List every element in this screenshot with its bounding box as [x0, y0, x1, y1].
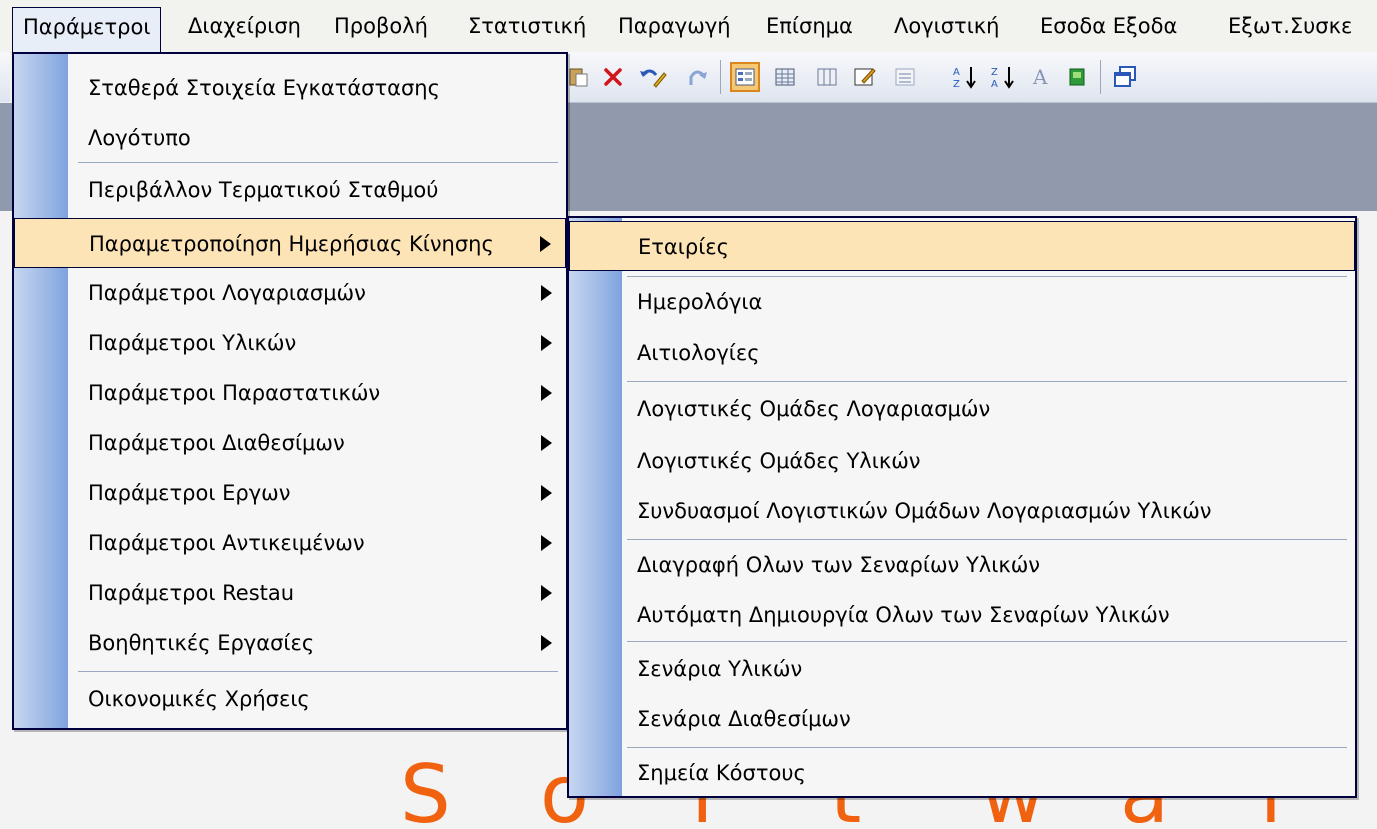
menu-parametroi[interactable]: Παράμετροι [12, 7, 162, 53]
menu-item-perivallon-termatikou[interactable]: Περιβάλλον Τερματικού Σταθμού [14, 165, 566, 215]
menu-item-diagrafi-senarion[interactable]: Διαγραφή Ολων των Σεναρίων Υλικών [569, 540, 1355, 590]
menu-item-simeia-kostous[interactable]: Σημεία Κόστους [569, 748, 1355, 798]
sort-descending-icon[interactable]: ZA [988, 62, 1018, 92]
menu-separator [78, 671, 558, 672]
svg-text:A: A [953, 67, 960, 78]
menu-logistiki[interactable]: Λογιστική [884, 7, 1010, 45]
menu-item-parametroi-ergon[interactable]: Παράμετροι Εργων [14, 468, 566, 518]
menu-item-statheral-stoixeia[interactable]: Σταθερά Στοιχεία Εγκατάστασης [14, 63, 566, 113]
parametroi-dropdown: Σταθερά Στοιχεία Εγκατάστασης Λογότυπο Π… [12, 52, 568, 730]
menu-item-parametropoiisi-imerisias[interactable]: Παραμετροποίηση Ημερήσιας Κίνησης [14, 218, 566, 268]
sort-ascending-icon[interactable]: AZ [950, 62, 980, 92]
list-icon[interactable] [890, 62, 920, 92]
menu-episima[interactable]: Επίσημα [756, 7, 863, 45]
menu-item-parametroi-parastatikon[interactable]: Παράμετροι Παραστατικών [14, 368, 566, 418]
menu-item-parametroi-ylikon[interactable]: Παράμετροι Υλικών [14, 318, 566, 368]
menu-item-parametroi-diathesimon[interactable]: Παράμετροι Διαθεσίμων [14, 418, 566, 468]
menu-item-oikonomikes-xriseis[interactable]: Οικονομικές Χρήσεις [14, 674, 566, 724]
menu-bar: Παράμετροι Διαχείριση Προβολή Στατιστική… [0, 0, 1377, 53]
menu-separator [78, 162, 558, 163]
menu-item-logotypo[interactable]: Λογότυπο [14, 113, 566, 163]
window-icon[interactable] [1110, 62, 1140, 92]
menu-item-aitiologies[interactable]: Αιτιολογίες [569, 328, 1355, 378]
toolbar: AZ ZA A [560, 52, 1377, 103]
form-view-icon[interactable] [730, 62, 760, 92]
menu-item-voithitikes-ergasies[interactable]: Βοηθητικές Εργασίες [14, 618, 566, 668]
menu-item-etairies[interactable]: Εταιρίες [569, 221, 1355, 271]
menu-item-logistikes-omades-ylikon[interactable]: Λογιστικές Ομάδες Υλικών [569, 436, 1355, 486]
menu-item-parametroi-restau[interactable]: Παράμετροι Restau [14, 568, 566, 618]
menu-item-senaria-ylikon[interactable]: Σενάρια Υλικών [569, 644, 1355, 694]
edit-icon[interactable] [850, 62, 880, 92]
delete-icon[interactable] [598, 62, 628, 92]
table-view-icon[interactable] [770, 62, 800, 92]
menu-item-logistikes-omades-logariasmon[interactable]: Λογιστικές Ομάδες Λογαριασμών [569, 384, 1355, 434]
menu-item-imerologia[interactable]: Ημερολόγια [569, 277, 1355, 327]
watermark-letter: S [400, 748, 451, 829]
svg-text:A: A [991, 79, 998, 90]
menu-paragogi[interactable]: Παραγωγή [608, 7, 741, 45]
redo-icon[interactable] [682, 62, 712, 92]
svg-text:Z: Z [953, 79, 960, 90]
menu-item-syndiasmoi-logistikon-omadon[interactable]: Συνδυασμοί Λογιστικών Ομάδων Λογαριασμών… [569, 486, 1355, 536]
menu-item-parametroi-logariasmon[interactable]: Παράμετροι Λογαριασμών [14, 268, 566, 318]
undo-edit-icon[interactable] [638, 62, 668, 92]
menu-item-parametroi-antikeimenon[interactable]: Παράμετροι Αντικειμένων [14, 518, 566, 568]
menu-esoda-eksoda[interactable]: Εσοδα Εξοδα [1030, 7, 1187, 45]
column-view-icon[interactable] [812, 62, 842, 92]
book-icon[interactable] [1062, 62, 1092, 92]
svg-text:Z: Z [991, 67, 998, 78]
menu-ekswt-syskeves[interactable]: Εξωτ.Συσκε [1218, 7, 1362, 45]
menu-provoli[interactable]: Προβολή [324, 7, 438, 45]
menu-diaxeirisi[interactable]: Διαχείριση [178, 7, 311, 45]
menu-item-senaria-diathesimon[interactable]: Σενάρια Διαθεσίμων [569, 694, 1355, 744]
menu-separator [627, 381, 1347, 382]
paste-icon[interactable] [564, 62, 594, 92]
menu-separator [627, 641, 1347, 642]
menu-statistiki[interactable]: Στατιστική [458, 7, 596, 45]
svg-text:A: A [1032, 65, 1048, 89]
toolbar-left-edge [0, 52, 10, 102]
imerisia-kinisi-submenu: Εταιρίες Ημερολόγια Αιτιολογίες Λογιστικ… [567, 216, 1357, 798]
font-icon[interactable]: A [1026, 62, 1056, 92]
menu-item-automati-dimiourgia-senarion[interactable]: Αυτόματη Δημιουργία Ολων των Σεναρίων Υλ… [569, 590, 1355, 640]
